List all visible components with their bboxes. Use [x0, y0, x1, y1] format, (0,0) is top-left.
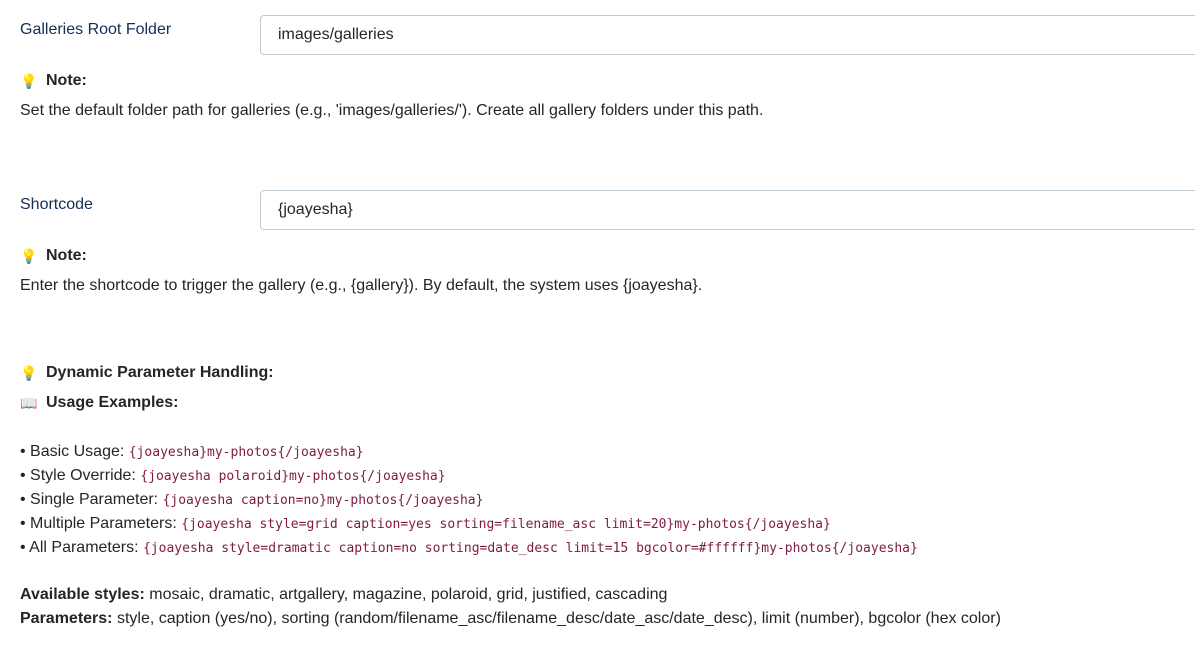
- example-label: • Single Parameter:: [20, 491, 159, 508]
- lightbulb-icon: 💡: [20, 364, 38, 381]
- example-label: • Multiple Parameters:: [20, 515, 177, 532]
- usage-examples-title: 📖 Usage Examples:: [20, 394, 179, 412]
- note-title-text: Note:: [46, 72, 87, 89]
- lightbulb-icon: 💡: [20, 247, 38, 264]
- lightbulb-icon: 💡: [20, 72, 38, 89]
- galleries-root-label: Galleries Root Folder: [20, 21, 172, 38]
- galleries-root-note-title: 💡 Note:: [20, 72, 87, 90]
- shortcode-input[interactable]: [260, 190, 1195, 230]
- list-item: • Multiple Parameters: {joayesha style=g…: [20, 512, 918, 536]
- shortcode-note-title: 💡 Note:: [20, 247, 87, 265]
- dynamic-parameter-title: 💡 Dynamic Parameter Handling:: [20, 364, 274, 382]
- shortcode-note-text: Enter the shortcode to trigger the galle…: [20, 277, 703, 294]
- open-book-icon: 📖: [20, 394, 38, 411]
- parameters-label: Parameters:: [20, 610, 113, 627]
- available-styles-value: mosaic, dramatic, artgallery, magazine, …: [149, 586, 668, 603]
- example-code: {joayesha}my-photos{/joayesha}: [128, 445, 364, 460]
- example-label: • Basic Usage:: [20, 443, 125, 460]
- example-code: {joayesha caption=no}my-photos{/joayesha…: [162, 493, 484, 508]
- parameters-line: Parameters: style, caption (yes/no), sor…: [20, 607, 1001, 631]
- available-styles-line: Available styles: mosaic, dramatic, artg…: [20, 583, 1001, 607]
- galleries-root-note-text: Set the default folder path for gallerie…: [20, 102, 764, 119]
- example-label: • Style Override:: [20, 467, 136, 484]
- usage-examples-list: • Basic Usage: {joayesha}my-photos{/joay…: [20, 440, 918, 560]
- list-item: • All Parameters: {joayesha style=dramat…: [20, 536, 918, 560]
- parameters-value: style, caption (yes/no), sorting (random…: [116, 610, 1001, 627]
- shortcode-label: Shortcode: [20, 196, 93, 213]
- galleries-root-input[interactable]: [260, 15, 1195, 55]
- note-title-text: Note:: [46, 247, 87, 264]
- dynamic-parameter-title-text: Dynamic Parameter Handling:: [46, 364, 274, 381]
- example-code: {joayesha style=grid caption=yes sorting…: [181, 517, 831, 532]
- example-code: {joayesha polaroid}my-photos{/joayesha}: [140, 469, 446, 484]
- list-item: • Single Parameter: {joayesha caption=no…: [20, 488, 918, 512]
- list-item: • Style Override: {joayesha polaroid}my-…: [20, 464, 918, 488]
- example-code: {joayesha style=dramatic caption=no sort…: [142, 541, 918, 556]
- example-label: • All Parameters:: [20, 539, 139, 556]
- parameters-summary: Available styles: mosaic, dramatic, artg…: [20, 583, 1001, 631]
- list-item: • Basic Usage: {joayesha}my-photos{/joay…: [20, 440, 918, 464]
- usage-examples-title-text: Usage Examples:: [46, 394, 179, 411]
- available-styles-label: Available styles:: [20, 586, 145, 603]
